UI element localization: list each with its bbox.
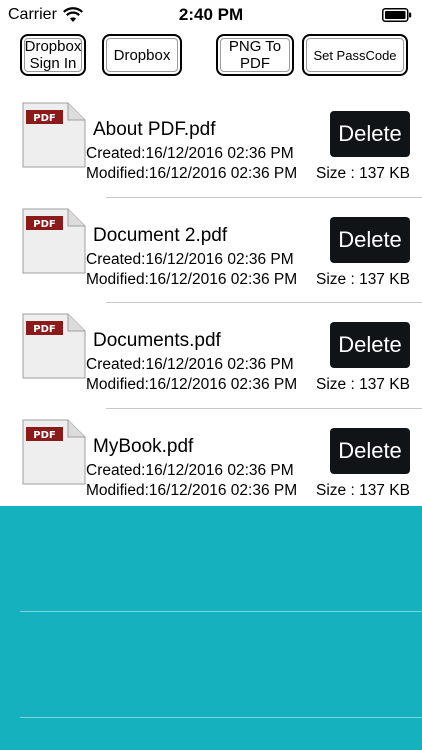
empty-list-area [0, 506, 422, 750]
file-list: PDF About PDF.pdf Created:16/12/2016 02:… [0, 92, 422, 514]
row-divider [20, 611, 422, 612]
file-created: Created:16/12/2016 02:36 PM [86, 356, 294, 373]
set-passcode-button[interactable]: Set PassCode [302, 34, 408, 76]
pdf-badge-label: PDF [33, 113, 55, 124]
list-item[interactable]: PDF Document 2.pdf Created:16/12/2016 02… [0, 198, 422, 303]
pdf-badge-label: PDF [33, 219, 55, 230]
file-modified: Modified:16/12/2016 02:36 PM [86, 270, 298, 288]
battery-icon [382, 8, 412, 22]
list-item[interactable]: PDF MyBook.pdf Created:16/12/2016 02:36 … [0, 409, 422, 515]
file-name: About PDF.pdf [93, 119, 216, 140]
list-item[interactable]: PDF About PDF.pdf Created:16/12/2016 02:… [0, 92, 422, 198]
pdf-file-icon: PDF [22, 208, 86, 273]
file-modified: Modified:16/12/2016 02:36 PM [86, 481, 298, 499]
delete-button[interactable]: Delete [330, 427, 410, 474]
row-divider [20, 717, 422, 718]
file-size: Size : 137 KB [316, 165, 410, 182]
status-time: 2:40 PM [178, 5, 244, 24]
pdf-file-icon: PDF [22, 419, 86, 484]
file-modified: Modified:16/12/2016 02:36 PM [86, 376, 298, 393]
delete-button[interactable]: Delete [330, 111, 410, 157]
file-created: Created:16/12/2016 02:36 PM [86, 461, 294, 479]
file-created: Created:16/12/2016 02:36 PM [86, 145, 294, 162]
pdf-badge-label: PDF [33, 324, 55, 335]
pdf-file-icon: PDF [22, 313, 86, 379]
status-bar: Carrier 2:40 PM [0, 0, 422, 30]
file-name: MyBook.pdf [93, 435, 194, 457]
file-modified: Modified:16/12/2016 02:36 PM [86, 165, 298, 182]
file-size: Size : 137 KB [316, 481, 410, 499]
pdf-file-icon: PDF [22, 102, 86, 168]
delete-button[interactable]: Delete [330, 322, 410, 368]
file-size: Size : 137 KB [316, 376, 410, 393]
file-size: Size : 137 KB [316, 270, 410, 288]
file-name: Document 2.pdf [93, 224, 228, 246]
file-created: Created:16/12/2016 02:36 PM [86, 250, 294, 268]
delete-button[interactable]: Delete [330, 216, 410, 263]
file-name: Documents.pdf [93, 330, 221, 351]
png-to-pdf-button[interactable]: PNG To PDF [216, 34, 294, 76]
dropbox-sign-in-button[interactable]: Dropbox Sign In [20, 34, 86, 76]
pdf-badge-label: PDF [33, 430, 55, 441]
list-item[interactable]: PDF Documents.pdf Created:16/12/2016 02:… [0, 303, 422, 409]
dropbox-button[interactable]: Dropbox [102, 34, 182, 76]
